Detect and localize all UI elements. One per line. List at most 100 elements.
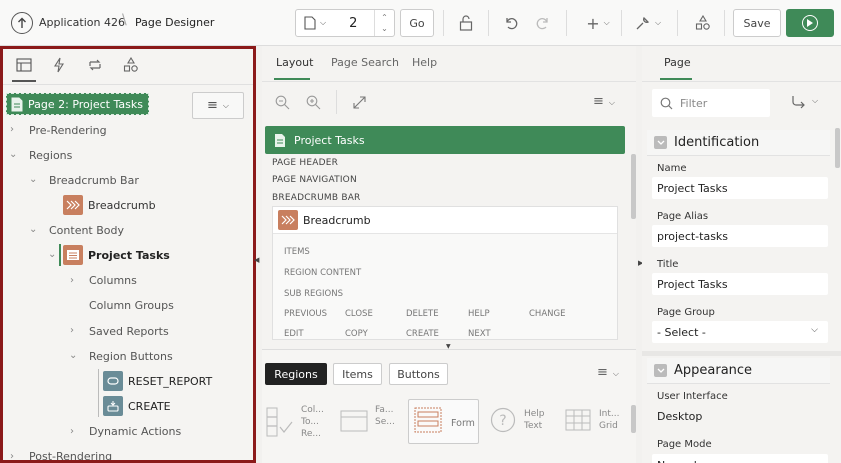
app-home-icon[interactable] — [11, 12, 33, 34]
tree-item-reset-report[interactable]: RESET_REPORT — [103, 371, 212, 391]
processing-tab-icon[interactable] — [87, 58, 103, 72]
page-banner[interactable]: Project Tasks — [265, 126, 625, 154]
tab-layout[interactable]: Layout — [276, 56, 313, 69]
chevron-right-icon[interactable]: › — [70, 426, 74, 437]
faceted-search-icon[interactable] — [340, 409, 368, 433]
tree-label: Content Body — [49, 223, 125, 237]
tree-page-node[interactable]: Page 2: Project Tasks — [6, 93, 149, 115]
page-mode-label: Page Mode — [657, 439, 712, 450]
column-toggle-report-icon[interactable] — [266, 407, 294, 437]
create-menu-icon[interactable]: + ⌵ — [582, 9, 614, 37]
utilities-wrench-icon[interactable]: ⌵ — [632, 9, 664, 37]
dynamic-actions-tab-icon[interactable] — [53, 57, 65, 73]
rendering-tab-icon[interactable] — [16, 58, 32, 72]
gallery-item-column-toggle[interactable]: Col... To... Re... — [301, 404, 324, 440]
gallery-item-label: Help — [524, 409, 545, 419]
toolbar-divider — [677, 10, 678, 36]
chevron-right-icon[interactable]: › — [10, 124, 14, 135]
tree-item-saved-reports[interactable]: Saved Reports — [89, 321, 169, 341]
go-button[interactable]: Go — [400, 9, 434, 37]
section-appearance[interactable]: Appearance — [647, 358, 830, 384]
page-tree-panel: Page 2: Project Tasks ≡ ⌵ › Pre-Rendering… — [0, 46, 256, 463]
page-alias-field[interactable]: project-tasks — [652, 225, 828, 247]
position-create: CREATE — [406, 329, 439, 339]
page-mode-select[interactable]: Normal — [652, 454, 828, 463]
expand-icon[interactable] — [353, 96, 366, 109]
lock-page-icon[interactable] — [455, 9, 477, 37]
position-change: CHANGE — [529, 309, 566, 319]
page-selector[interactable]: ⌵ 2 ⌃ ⌄ — [295, 9, 395, 37]
collapse-left-icon[interactable]: ◀ — [254, 256, 259, 264]
page-dropdown-chevron-icon[interactable]: ⌵ — [320, 18, 326, 28]
chevron-down-icon[interactable]: ⌄ — [48, 249, 56, 260]
breadcrumb-region-label: Breadcrumb — [303, 213, 371, 227]
page-group-select[interactable]: - Select - ⌵ — [652, 321, 828, 343]
gallery-item-interactive-grid[interactable]: Int... Grid — [599, 408, 619, 432]
go-to-group-icon[interactable] — [791, 95, 807, 109]
zoom-out-icon[interactable] — [275, 95, 290, 110]
chevron-down-icon[interactable]: ⌵ — [812, 96, 818, 106]
form-icon — [414, 407, 442, 433]
layout-menu-icon[interactable]: ≡ ⌵ — [593, 94, 615, 109]
properties-scrollbar[interactable] — [835, 128, 840, 168]
tab-help[interactable]: Help — [412, 56, 437, 69]
name-field[interactable]: Project Tasks — [652, 177, 828, 199]
tree-item-breadcrumb-bar[interactable]: Breadcrumb Bar — [49, 170, 139, 190]
gallery-item-faceted-search[interactable]: Fa... Se... — [375, 404, 395, 428]
toolbar-divider — [566, 10, 567, 36]
stepper-up-icon[interactable]: ⌃ — [381, 12, 388, 23]
tab-page-search[interactable]: Page Search — [331, 56, 399, 69]
gallery-menu-icon[interactable]: ≡ ⌵ — [597, 365, 619, 380]
breadcrumb-region-block[interactable]: Breadcrumb ITEMS REGION CONTENT SUB REGI… — [272, 206, 618, 340]
gallery-tab-regions[interactable]: Regions — [265, 363, 327, 385]
page-stepper[interactable]: ⌃ ⌄ — [374, 10, 394, 36]
app-breadcrumb-link[interactable]: Application 426 — [39, 16, 125, 29]
breadcrumb-region-icon — [63, 195, 83, 215]
shared-components-tab-icon[interactable] — [123, 57, 139, 73]
tree-item-pre-rendering[interactable]: Pre-Rendering — [29, 120, 107, 140]
tree-item-create[interactable]: CREATE — [103, 396, 171, 416]
tree-item-column-groups[interactable]: Column Groups — [89, 295, 174, 315]
page-number-input[interactable]: 2 — [349, 16, 357, 31]
gallery-tab-items[interactable]: Items — [333, 363, 382, 385]
chevron-down-icon: ⌵ — [811, 325, 818, 335]
tree-item-post-rendering[interactable]: Post-Rendering — [29, 446, 112, 461]
chevron-down-icon[interactable]: ⌄ — [29, 224, 37, 235]
chevron-down-icon[interactable]: ⌄ — [69, 350, 77, 361]
shared-components-icon[interactable] — [692, 9, 714, 37]
collapse-section-icon[interactable] — [654, 136, 667, 149]
undo-icon[interactable] — [500, 9, 522, 37]
gallery-item-label: Se... — [375, 417, 395, 427]
run-page-button[interactable] — [786, 9, 834, 37]
gallery-item-form[interactable]: Form — [408, 399, 479, 444]
redo-icon[interactable] — [532, 9, 554, 37]
tree-item-regions[interactable]: Regions — [29, 145, 72, 165]
chevron-down-icon[interactable]: ⌄ — [29, 174, 37, 185]
tree-label: Column Groups — [89, 298, 174, 312]
tree-item-breadcrumb[interactable]: Breadcrumb — [63, 195, 156, 215]
gallery-tab-buttons[interactable]: Buttons — [389, 363, 448, 385]
help-text-icon[interactable]: ? — [490, 407, 516, 433]
tree-menu-button[interactable]: ≡ ⌵ — [192, 92, 244, 119]
gallery-item-help-text[interactable]: Help Text — [524, 408, 545, 432]
tree-item-region-buttons[interactable]: Region Buttons — [89, 346, 173, 366]
tree-item-columns[interactable]: Columns — [89, 270, 137, 290]
tree-item-project-tasks[interactable]: Project Tasks — [63, 245, 170, 265]
chevron-right-icon[interactable]: › — [70, 275, 74, 286]
chevron-down-icon[interactable]: ⌄ — [9, 149, 17, 160]
tree-label: Saved Reports — [89, 324, 169, 338]
section-identification[interactable]: Identification — [647, 130, 830, 156]
toolbar-divider — [443, 10, 444, 36]
save-button[interactable]: Save — [733, 9, 781, 37]
tree-item-content-body[interactable]: Content Body — [49, 220, 124, 240]
chevron-right-icon[interactable]: › — [10, 451, 14, 460]
tree-item-dynamic-actions[interactable]: Dynamic Actions — [89, 421, 181, 441]
interactive-grid-icon[interactable] — [565, 409, 591, 431]
collapse-section-icon[interactable] — [654, 364, 667, 377]
zoom-in-icon[interactable] — [306, 95, 321, 110]
title-field[interactable]: Project Tasks — [652, 273, 828, 295]
stepper-down-icon[interactable]: ⌄ — [381, 23, 388, 34]
tab-page[interactable]: Page — [664, 56, 691, 69]
filter-input[interactable]: Filter — [652, 89, 770, 117]
chevron-right-icon[interactable]: › — [70, 325, 74, 336]
